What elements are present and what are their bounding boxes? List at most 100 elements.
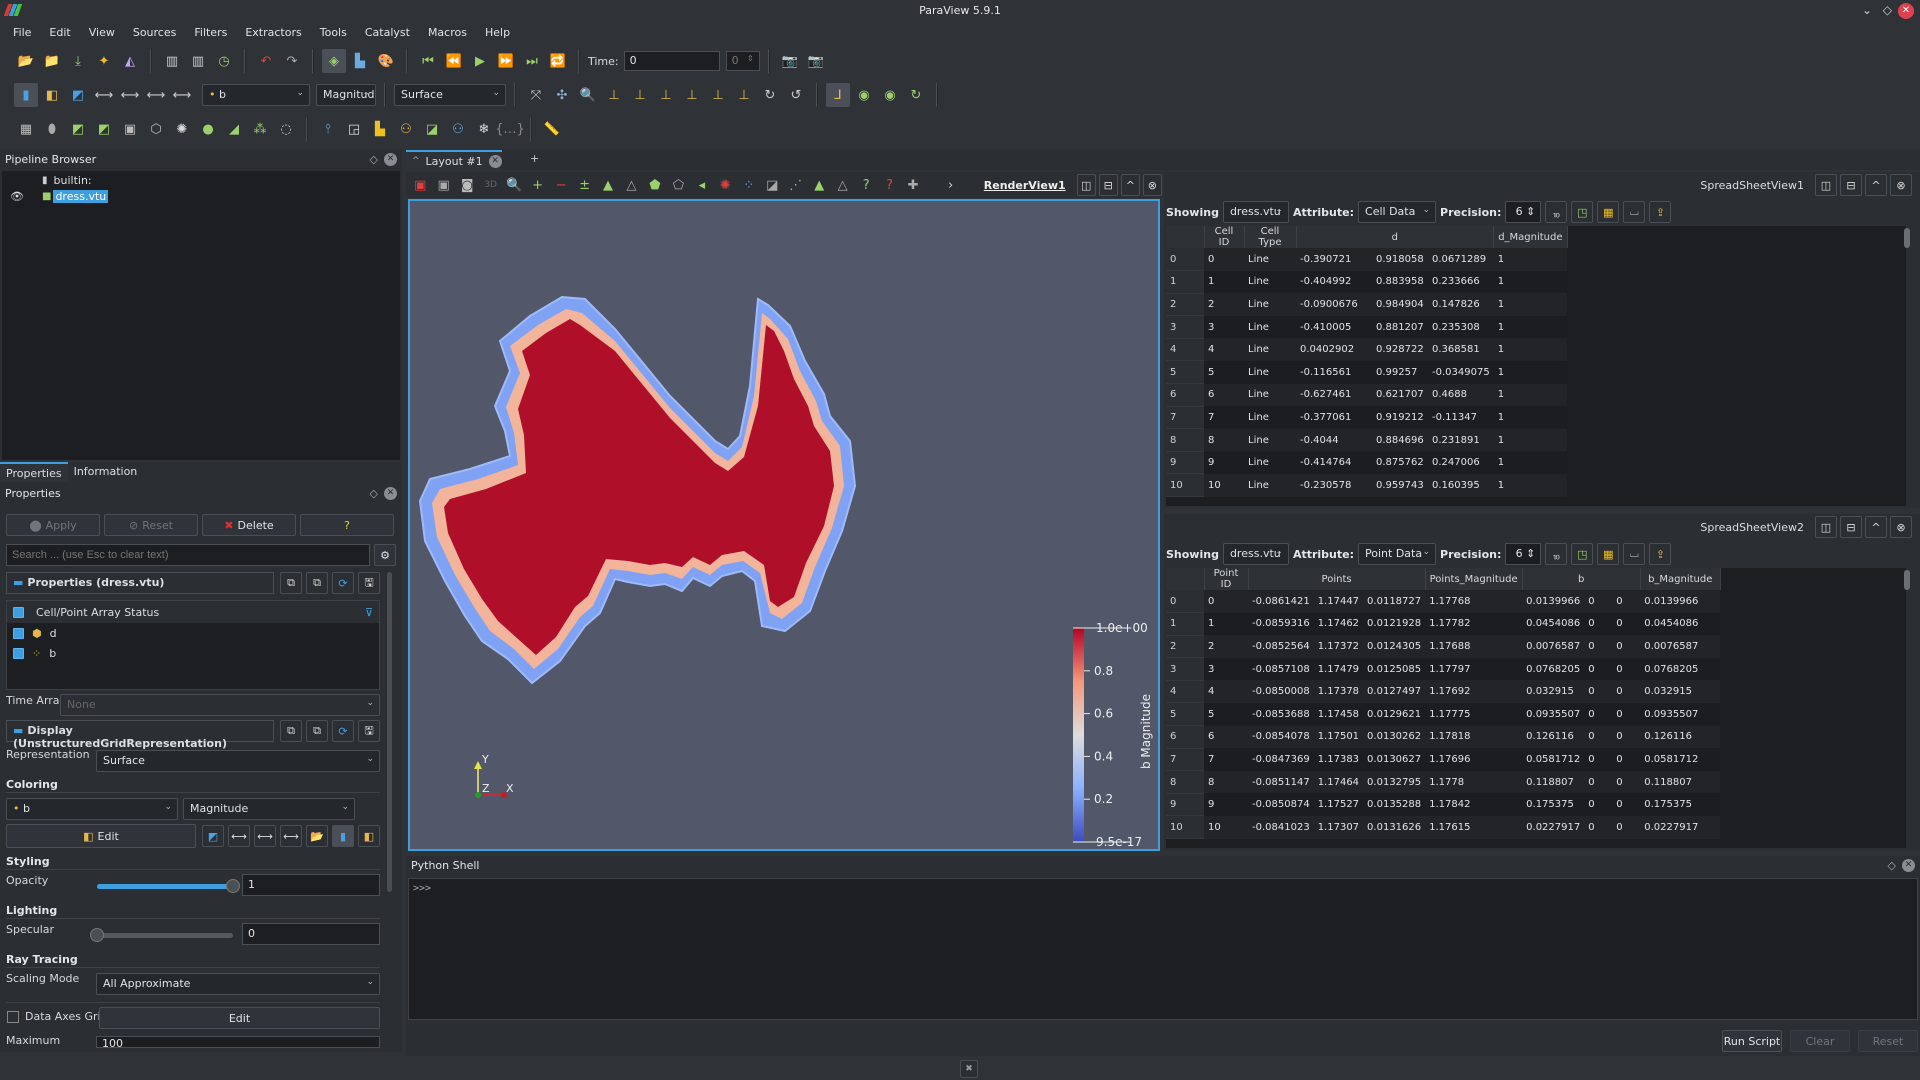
open-icon[interactable]: 📂: [14, 49, 38, 73]
table-cell[interactable]: 8: [1204, 428, 1244, 452]
table-cell[interactable]: 0.883958: [1372, 270, 1428, 294]
table-cell[interactable]: Line: [1244, 428, 1296, 452]
table-cell[interactable]: 0: [1612, 680, 1641, 703]
hover-query-cells-icon[interactable]: ?: [856, 173, 876, 197]
column-header[interactable]: Points_Magnitude: [1425, 568, 1523, 590]
tab-properties[interactable]: Properties: [0, 462, 68, 482]
toggle-column-visibility-icon[interactable]: ▦: [1597, 201, 1620, 223]
table-cell[interactable]: 1: [1493, 473, 1568, 497]
table-cell[interactable]: Line: [1244, 248, 1296, 271]
table-cell[interactable]: 1.17372: [1313, 635, 1364, 658]
table-cell[interactable]: 0.0402902: [1296, 338, 1372, 361]
group-icon[interactable]: ⁂: [248, 117, 272, 141]
table-cell[interactable]: 0: [1612, 770, 1641, 794]
add-selection-icon[interactable]: +: [527, 173, 547, 197]
row-header[interactable]: 3: [1166, 315, 1204, 339]
contour-icon[interactable]: ⬮: [40, 117, 64, 141]
table-cell[interactable]: 0.0139966: [1640, 590, 1721, 613]
table-cell[interactable]: 1.17782: [1425, 612, 1523, 636]
probe-icon[interactable]: ⫯: [316, 117, 340, 141]
table-cell[interactable]: 0.0130262: [1363, 725, 1426, 749]
close-view-icon[interactable]: ⊗: [1890, 516, 1912, 538]
table-cell[interactable]: 0.233666: [1428, 270, 1494, 294]
table-cell[interactable]: 1.17818: [1425, 725, 1523, 749]
connect-icon[interactable]: ✦: [92, 49, 116, 73]
table-cell[interactable]: 4: [1204, 338, 1244, 361]
reset-shell-button[interactable]: Reset: [1858, 1030, 1918, 1052]
render-view[interactable]: Y Z X 1.0e+00 9.5e-17 0.8 0.6 0.4 0.2 b Mag…: [408, 199, 1160, 851]
table-cell[interactable]: -0.230578: [1296, 473, 1372, 497]
python-shell-console[interactable]: >>>: [408, 878, 1918, 1020]
table-cell[interactable]: 0.875762: [1372, 451, 1428, 474]
toggle-selection-icon[interactable]: ±: [574, 173, 594, 197]
table-cell[interactable]: 0.0227917: [1640, 815, 1721, 839]
table-cell[interactable]: 0.621707: [1372, 383, 1428, 407]
color-array-select[interactable]: • b ⌄: [202, 84, 310, 106]
table-cell[interactable]: 6: [1204, 725, 1248, 749]
row-header[interactable]: 5: [1166, 360, 1204, 385]
table-cell[interactable]: 1: [1204, 612, 1248, 636]
table-cell[interactable]: 1.17464: [1313, 770, 1364, 794]
table-row[interactable]: 1 1 Line -0.404992 0.883958 0.233666 1: [1166, 270, 1568, 294]
showing-dropdown[interactable]: dress.vtu ⌄: [1222, 201, 1289, 223]
edit-colormap-button[interactable]: ◧ Edit: [6, 824, 196, 848]
table-cell[interactable]: 1: [1493, 315, 1568, 339]
table-cell[interactable]: 6: [1204, 383, 1244, 407]
row-header[interactable]: 0: [1166, 248, 1204, 272]
table-cell[interactable]: 0: [1612, 657, 1641, 681]
table-cell[interactable]: 0.147826: [1428, 293, 1494, 316]
table-cell[interactable]: 1.1778: [1425, 770, 1523, 794]
opacity-input[interactable]: 1: [242, 874, 380, 896]
table-cell[interactable]: Line: [1244, 473, 1296, 497]
table-cell[interactable]: 0.884696: [1372, 428, 1428, 452]
select-blocks-icon[interactable]: ◂: [692, 173, 712, 197]
row-header[interactable]: 10: [1166, 815, 1204, 840]
colorbar-edit-icon[interactable]: ◧: [358, 825, 380, 847]
extract-subset-icon[interactable]: ⬡: [144, 117, 168, 141]
sort-icon[interactable]: ⊽: [365, 606, 373, 619]
table-cell[interactable]: 0.0121928: [1363, 612, 1426, 636]
table-row[interactable]: 0 0 -0.0861421 1.17447 0.0118727 1.17768 0.013…: [1166, 590, 1721, 614]
view-plus-x-icon[interactable]: ⊥: [602, 83, 626, 107]
table-cell[interactable]: 1.17696: [1425, 748, 1523, 771]
opacity-slider[interactable]: [97, 879, 240, 893]
table-cell[interactable]: 7: [1204, 748, 1248, 771]
add-layout-tab[interactable]: +: [530, 152, 539, 165]
table-cell[interactable]: 0.0139966: [1522, 590, 1585, 613]
float-icon[interactable]: ◇: [1888, 859, 1896, 872]
histogram-icon[interactable]: ▙: [368, 117, 392, 141]
table-cell[interactable]: -0.404992: [1296, 270, 1372, 294]
table-cell[interactable]: 1.17768: [1425, 590, 1523, 613]
float-icon[interactable]: ◇: [370, 153, 378, 166]
table-cell[interactable]: 0.918058: [1372, 248, 1428, 271]
table-cell[interactable]: 1: [1493, 383, 1568, 407]
color-map-editor-icon[interactable]: ◧: [40, 83, 64, 107]
coloring-array-dropdown[interactable]: • b ⌄: [6, 798, 178, 820]
ruler-icon[interactable]: 📏: [540, 117, 564, 141]
load-state-icon[interactable]: ▥: [186, 49, 210, 73]
attribute-dropdown[interactable]: Cell Data ⌄: [1358, 201, 1437, 223]
open-recent-icon[interactable]: 📁: [40, 49, 64, 73]
layout-close-icon[interactable]: ✕: [488, 154, 502, 168]
table-cell[interactable]: -0.0861421: [1248, 590, 1314, 613]
color-legend[interactable]: 1.0e+00 9.5e-17 0.8 0.6 0.4 0.2 b Magnitude: [1073, 621, 1153, 849]
table-row[interactable]: 7 7 -0.0847369 1.17383 0.0130627 1.17696 0.058…: [1166, 748, 1721, 772]
table-cell[interactable]: 1: [1493, 360, 1568, 384]
rescale-temporal-icon[interactable]: ⟷: [118, 83, 142, 107]
table-cell[interactable]: 1.17797: [1425, 657, 1523, 681]
menu-help[interactable]: Help: [476, 24, 519, 44]
row-header[interactable]: 5: [1166, 702, 1204, 727]
table-cell[interactable]: 0.0454086: [1640, 612, 1721, 636]
table-cell[interactable]: 2: [1204, 293, 1244, 316]
save-defaults-icon[interactable]: 🖫: [358, 572, 380, 594]
shrink-selection-icon[interactable]: ▲: [809, 173, 829, 197]
table-row[interactable]: 5 5 -0.0853688 1.17458 0.0129621 1.17775 0.093…: [1166, 702, 1721, 727]
table-cell[interactable]: Line: [1244, 406, 1296, 429]
redo-icon[interactable]: ↷: [280, 49, 304, 73]
properties-group-header[interactable]: ▬ Properties (dress.vtu): [6, 572, 274, 594]
show-selected-only-icon[interactable]: ◳: [1571, 201, 1594, 223]
data-axes-edit-button[interactable]: Edit: [99, 1007, 380, 1029]
minimize-icon[interactable]: ⌄: [1862, 3, 1872, 17]
table-cell[interactable]: 0.4688: [1428, 383, 1494, 407]
table-cell[interactable]: -0.11347: [1428, 406, 1494, 429]
